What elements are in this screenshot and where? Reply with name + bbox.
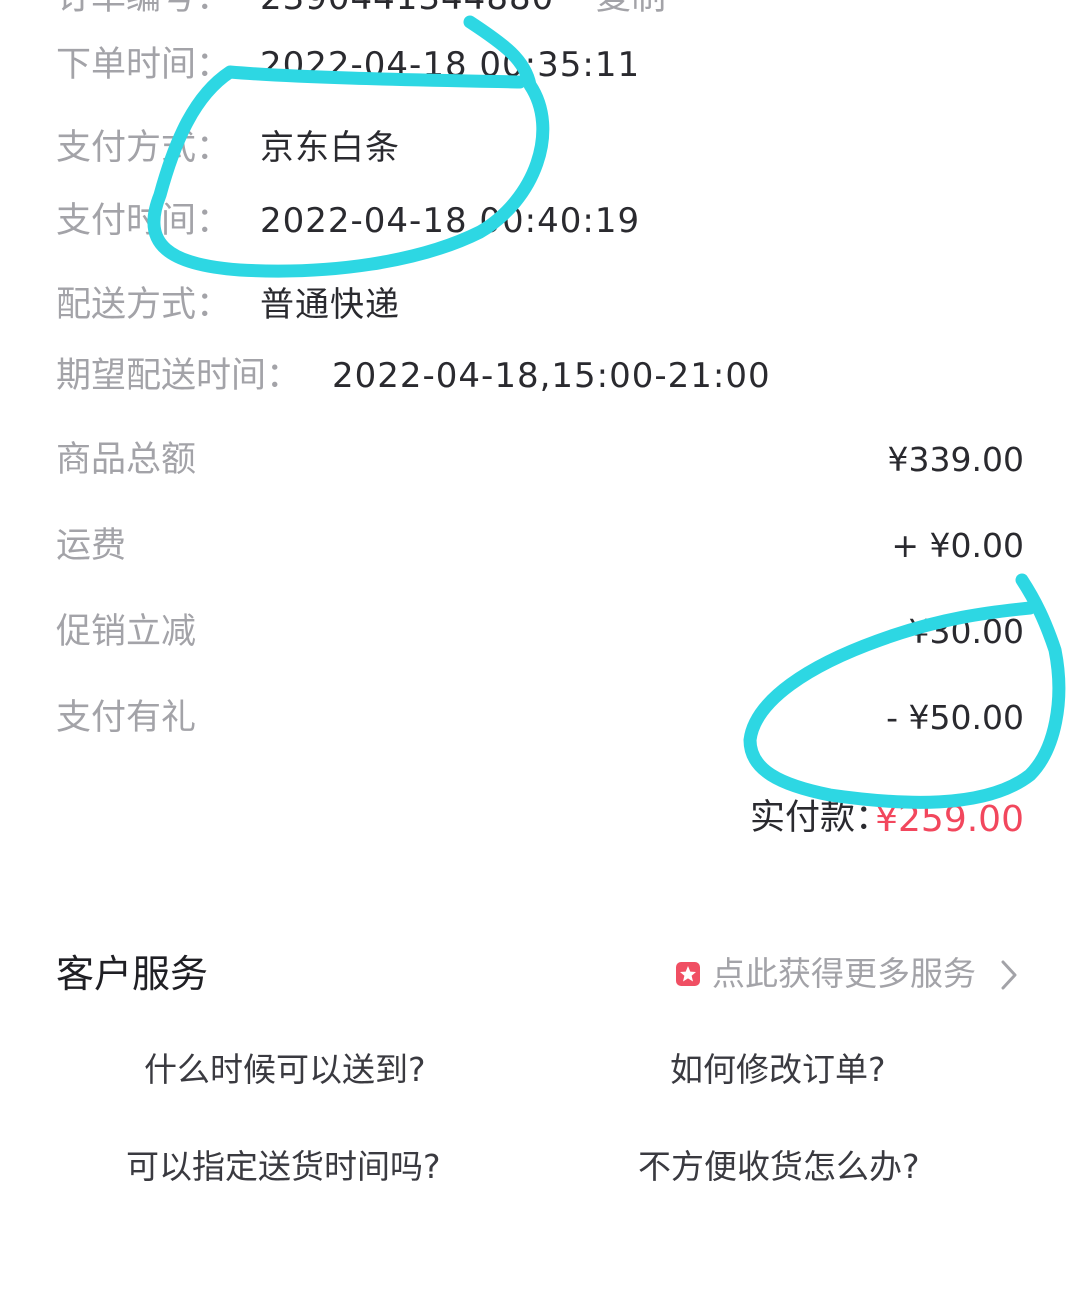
paid-label: 实付款： <box>750 798 891 838</box>
shipping-value: + ¥0.00 <box>891 526 1024 565</box>
star-badge-icon[interactable] <box>676 962 700 986</box>
promo-value: - ¥30.00 <box>886 612 1024 651</box>
pay-gift-label: 支付有礼 <box>56 698 197 738</box>
pay-method-value: 京东白条 <box>260 128 400 168</box>
order-no-value: 2390441344880 <box>260 0 554 18</box>
faq-when-delivered[interactable]: 什么时候可以送到? <box>144 1050 426 1090</box>
order-no-label: 订单编号： <box>56 0 231 18</box>
pay-time-label: 支付时间： <box>56 201 232 241</box>
paid-value: ¥259.00 <box>875 799 1024 840</box>
delivery-method-value: 普通快递 <box>260 285 400 325</box>
customer-service-title: 客户服务 <box>56 952 209 996</box>
shipping-label: 运费 <box>56 526 127 566</box>
faq-specify-delivery-time[interactable]: 可以指定送货时间吗? <box>126 1147 441 1187</box>
copy-button[interactable]: 复制 <box>596 0 666 18</box>
faq-modify-order[interactable]: 如何修改订单? <box>670 1050 886 1090</box>
faq-inconvenient-receive[interactable]: 不方便收货怎么办? <box>638 1147 920 1187</box>
more-services-link[interactable]: 点此获得更多服务 <box>712 954 976 994</box>
expected-delivery-value: 2022-04-18,15:00-21:00 <box>332 356 771 396</box>
chevron-right-icon[interactable] <box>998 958 1020 996</box>
goods-total-value: ¥339.00 <box>887 440 1024 479</box>
pay-gift-value: - ¥50.00 <box>886 698 1024 737</box>
delivery-method-label: 配送方式： <box>56 285 232 325</box>
pay-time-value: 2022-04-18 00:40:19 <box>260 201 641 241</box>
pay-method-label: 支付方式： <box>56 128 232 168</box>
goods-total-label: 商品总额 <box>56 440 197 480</box>
expected-delivery-label: 期望配送时间： <box>56 356 302 396</box>
order-time-label: 下单时间： <box>56 45 232 85</box>
promo-label: 促销立减 <box>56 612 197 652</box>
order-time-value: 2022-04-18 00:35:11 <box>260 45 641 85</box>
